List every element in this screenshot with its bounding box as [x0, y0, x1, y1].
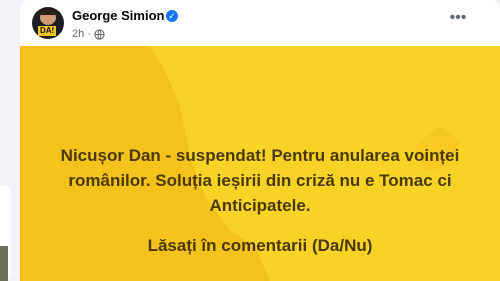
avatar-tag: DA! — [38, 26, 57, 36]
facebook-post: DA! George Simion ✓ 2h · ••• Nicușor Dan… — [20, 0, 500, 281]
author-avatar[interactable]: DA! — [32, 7, 64, 39]
post-header: DA! George Simion ✓ 2h · ••• — [20, 0, 500, 46]
globe-icon[interactable] — [94, 28, 105, 40]
post-call-to-action: Lăsați în comentarii (Da/Nu) — [147, 236, 373, 255]
left-side-thumbnail[interactable] — [0, 246, 8, 281]
post-image[interactable]: Nicușor Dan - suspendat! Pentru anularea… — [20, 46, 500, 281]
avatar-hair — [40, 9, 56, 15]
meta-separator: · — [87, 28, 91, 40]
post-meta: 2h · — [72, 28, 105, 40]
post-time[interactable]: 2h — [72, 28, 84, 40]
author-name[interactable]: George Simion — [72, 8, 164, 23]
verified-badge-icon: ✓ — [166, 10, 178, 22]
more-options-icon[interactable]: ••• — [446, 8, 470, 32]
post-headline: Nicușor Dan - suspendat! Pentru anularea… — [60, 146, 460, 215]
